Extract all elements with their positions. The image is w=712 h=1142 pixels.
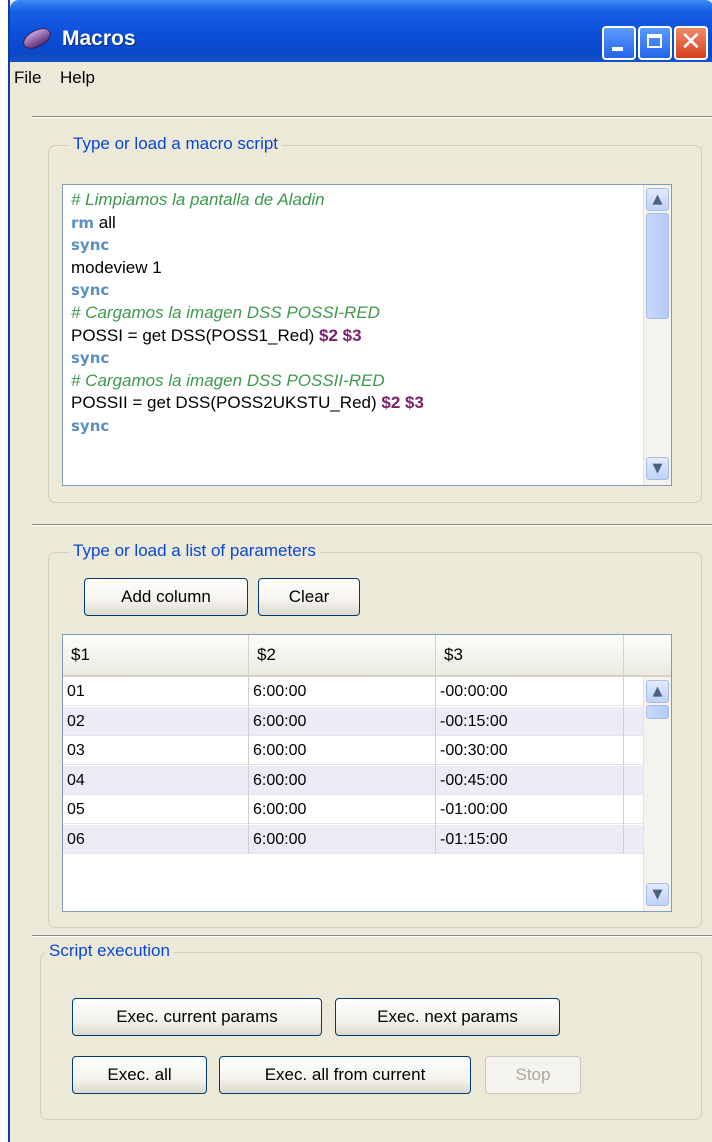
exec-all-button[interactable]: Exec. all <box>72 1056 207 1094</box>
table-cell[interactable]: -00:15:00 <box>436 706 624 736</box>
params-group-title: Type or load a list of parameters <box>69 541 320 561</box>
column-header-2[interactable]: $2 <box>249 635 436 675</box>
script-line: sync <box>71 234 635 257</box>
exec-all-from-current-button[interactable]: Exec. all from current <box>219 1056 471 1094</box>
script-token-kw: sync <box>71 281 110 300</box>
script-text[interactable]: # Limpiamos la pantalla de Aladin rm all s… <box>71 189 635 438</box>
table-scroll-thumb[interactable] <box>646 705 669 719</box>
script-token-plain: modeview 1 <box>71 257 162 277</box>
script-line: sync <box>71 415 635 438</box>
execution-groupbox: Script execution <box>40 941 702 1120</box>
exec-current-params-button[interactable]: Exec. current params <box>72 998 322 1036</box>
script-line: rm all <box>71 212 635 235</box>
top-divider <box>32 116 712 118</box>
close-icon: ✕ <box>680 27 702 57</box>
table-cell[interactable]: -00:45:00 <box>436 765 624 795</box>
maximize-button[interactable] <box>638 26 672 60</box>
table-cell[interactable]: 04 <box>63 765 249 795</box>
script-line: # Cargamos la imagen DSS POSSII-RED <box>71 370 635 393</box>
table-cell[interactable]: -01:00:00 <box>436 795 624 824</box>
bottom-divider <box>32 935 712 937</box>
script-token-kw: sync <box>71 416 110 435</box>
table-row[interactable]: 05 6:00:00 -01:00:00 <box>63 795 643 824</box>
script-line: sync <box>71 279 635 302</box>
title-bar[interactable]: Macros ✕ <box>10 0 712 62</box>
script-token-comment: # Cargamos la imagen DSS POSSII-RED <box>71 370 385 390</box>
table-cell[interactable]: 6:00:00 <box>249 736 436 765</box>
script-editor[interactable]: # Limpiamos la pantalla de Aladin rm all s… <box>62 184 672 486</box>
table-cell[interactable]: 6:00:00 <box>249 677 436 706</box>
script-token-kw: sync <box>71 349 110 368</box>
table-row[interactable]: 06 6:00:00 -01:15:00 <box>63 824 643 854</box>
script-token-kw: rm <box>71 213 95 232</box>
menu-file[interactable]: File <box>14 68 41 88</box>
table-cell[interactable]: 01 <box>63 677 249 706</box>
script-token-plain: POSSII = get DSS(POSS2UKSTU_Red) <box>71 393 382 413</box>
table-row[interactable]: 04 6:00:00 -00:45:00 <box>63 765 643 795</box>
table-cell[interactable]: 06 <box>63 824 249 854</box>
column-header-1[interactable]: $1 <box>63 635 249 675</box>
stop-button: Stop <box>485 1056 581 1094</box>
menu-bar: File Help <box>10 62 712 98</box>
minimize-icon <box>612 47 623 51</box>
table-cell[interactable]: 05 <box>63 795 249 824</box>
table-scroll-up-icon[interactable]: ▲ <box>646 680 669 703</box>
script-token-comment: # Cargamos la imagen DSS POSSI-RED <box>71 302 380 322</box>
scroll-up-icon[interactable]: ▲ <box>646 188 669 211</box>
table-cell[interactable]: 6:00:00 <box>249 795 436 824</box>
table-cell[interactable]: 6:00:00 <box>249 765 436 795</box>
script-token-comment: # Limpiamos la pantalla de Aladin <box>71 190 325 209</box>
execution-group-title: Script execution <box>45 941 174 961</box>
script-line: POSSII = get DSS(POSS2UKSTU_Red) $2 $3 <box>71 392 635 415</box>
scroll-down-icon[interactable]: ▼ <box>646 457 669 480</box>
table-scroll-down-icon[interactable]: ▼ <box>646 883 669 906</box>
middle-divider <box>32 524 712 526</box>
script-group-title: Type or load a macro script <box>69 134 283 154</box>
table-cell[interactable]: 6:00:00 <box>249 706 436 736</box>
table-cell[interactable]: 03 <box>63 736 249 765</box>
add-column-button[interactable]: Add column <box>84 578 248 616</box>
window-title: Macros <box>62 27 136 50</box>
macros-window: Macros ✕ File Help Type or load a macro … <box>8 0 712 1142</box>
script-token-param: $2 $3 <box>381 393 424 413</box>
script-line: # Cargamos la imagen DSS POSSI-RED <box>71 302 635 325</box>
script-token-kw: sync <box>71 236 110 255</box>
script-scrollbar[interactable]: ▲ ▼ <box>643 185 671 485</box>
minimize-button[interactable] <box>602 26 636 60</box>
exec-next-params-button[interactable]: Exec. next params <box>335 998 560 1036</box>
script-line: sync <box>71 347 635 370</box>
table-row[interactable]: 02 6:00:00 -00:15:00 <box>63 706 643 736</box>
table-row[interactable]: 03 6:00:00 -00:30:00 <box>63 736 643 765</box>
clear-button[interactable]: Clear <box>258 578 360 616</box>
params-table[interactable]: $1 $2 $3 01 6:00:00 -00:00:00 02 6:00:00 -00:… <box>62 634 672 912</box>
table-row[interactable]: 01 6:00:00 -00:00:00 <box>63 677 643 706</box>
script-token-plain: POSSI = get DSS(POSS1_Red) <box>71 325 320 345</box>
script-token-param: $2 $3 <box>319 325 362 345</box>
script-line: modeview 1 <box>71 257 635 280</box>
table-cell[interactable]: -00:00:00 <box>436 677 624 706</box>
aladin-app-icon <box>19 23 55 54</box>
table-header: $1 $2 $3 <box>63 635 671 677</box>
menu-help[interactable]: Help <box>60 68 95 88</box>
table-cell[interactable]: -01:15:00 <box>436 824 624 854</box>
script-line: # Limpiamos la pantalla de Aladin <box>71 189 635 212</box>
close-button[interactable]: ✕ <box>674 26 708 60</box>
script-scroll-thumb[interactable] <box>646 213 669 319</box>
script-line: POSSI = get DSS(POSS1_Red) $2 $3 <box>71 325 635 348</box>
column-header-3[interactable]: $3 <box>436 635 624 675</box>
table-cell[interactable]: 6:00:00 <box>249 824 436 854</box>
table-cell[interactable]: 02 <box>63 706 249 736</box>
table-cell[interactable]: -00:30:00 <box>436 736 624 765</box>
table-scrollbar[interactable]: ▲ ▼ <box>643 677 671 911</box>
maximize-icon <box>647 34 662 48</box>
script-token-plain: all <box>94 212 116 232</box>
